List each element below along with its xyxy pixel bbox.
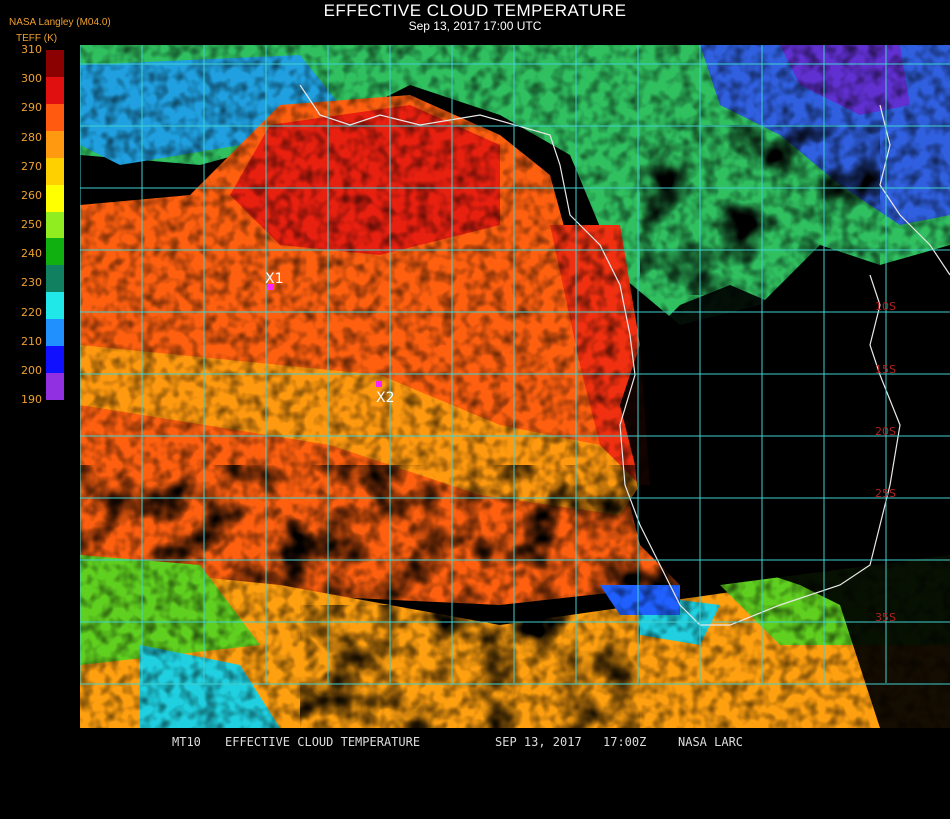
legend-swatch: [46, 76, 64, 104]
footer-bar: MT10 EFFECTIVE CLOUD TEMPERATURE SEP 13,…: [0, 735, 950, 750]
legend-tick-label: 280: [21, 130, 42, 144]
latitude-label: 15S: [875, 363, 896, 376]
latitude-label: 25S: [875, 487, 896, 500]
legend-tick-label: 250: [21, 218, 42, 231]
legend-tick-labels: 310 300 290 280 270 260 250 240 230 220 210 200 190: [6, 43, 42, 413]
legend-swatch: [46, 292, 64, 320]
latitude-label: 20S: [875, 425, 896, 438]
legend-swatch: [46, 346, 64, 374]
legend-swatch: [46, 373, 64, 401]
legend-swatch: [46, 157, 64, 185]
latitude-label: 35S: [875, 611, 896, 624]
legend-swatch: [46, 211, 64, 239]
product-title: EFFECTIVE CLOUD TEMPERATURE: [323, 1, 627, 20]
legend-tick-label: 300: [21, 72, 42, 86]
timestamp-subtitle: Sep 13, 2017 17:00 UTC: [408, 19, 542, 33]
legend-swatch: [46, 50, 64, 77]
legend-tick-label: 220: [21, 305, 42, 319]
legend-tick-label: 210: [21, 334, 42, 348]
legend-tick-label: 270: [21, 159, 42, 173]
footer-date: SEP 13, 2017: [495, 735, 582, 749]
footer-title: EFFECTIVE CLOUD TEMPERATURE: [225, 735, 421, 749]
marker-x1-label: X1: [265, 271, 284, 287]
legend-swatch: [46, 103, 64, 131]
latitude-label: 10S: [875, 300, 896, 313]
legend-tick-label: 260: [21, 188, 42, 202]
cloud-temperature-map[interactable]: 10S 15S 20S 25S 35S X1 X2: [80, 45, 950, 728]
color-legend: [46, 50, 64, 401]
legend-swatch: [46, 238, 64, 266]
legend-tick-label: 230: [21, 276, 42, 290]
marker-x2-label: X2: [376, 390, 395, 406]
legend-swatch: [46, 184, 64, 212]
legend-tick-label: 190: [21, 393, 42, 406]
legend-swatch: [46, 265, 64, 293]
legend-tick-label: 200: [21, 363, 42, 377]
marker-x2-point: [376, 381, 382, 387]
footer-product: MT10: [172, 735, 201, 749]
legend-tick-label: 240: [21, 247, 42, 261]
legend-swatch: [46, 130, 64, 158]
footer-source: NASA LARC: [678, 735, 744, 749]
legend-tick-label: 310: [21, 43, 42, 56]
footer-time: 17:00Z: [603, 735, 647, 749]
legend-swatch: [46, 319, 64, 347]
legend-tick-label: 290: [21, 101, 42, 115]
organization-label: NASA Langley (M04.0): [9, 17, 111, 28]
